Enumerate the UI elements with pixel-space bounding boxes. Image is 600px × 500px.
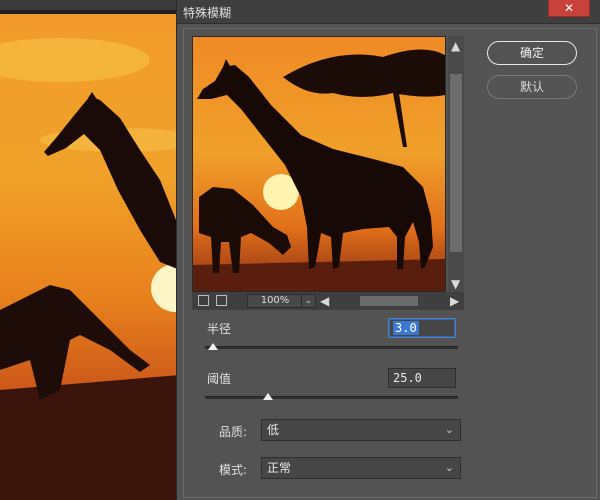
threshold-label: 阈值: [207, 372, 232, 386]
preview-giraffe-image: [193, 37, 445, 291]
scroll-up-icon[interactable]: ▲: [451, 40, 460, 52]
horizontal-scroll-thumb[interactable]: [360, 296, 418, 306]
zoom-dropdown-icon[interactable]: ⌄: [301, 294, 316, 308]
threshold-input[interactable]: 25.0: [388, 368, 456, 388]
mode-label: 模式:: [219, 463, 248, 477]
dialog-title: 特殊模糊: [183, 6, 232, 20]
preview-panel[interactable]: [192, 36, 446, 292]
chevron-down-icon: ⌄: [444, 461, 454, 474]
quality-select[interactable]: 低 ⌄: [261, 419, 461, 441]
sunset-giraffe-image: [0, 0, 180, 500]
threshold-slider-knob[interactable]: [263, 393, 274, 400]
radius-value: 3.0: [393, 321, 419, 335]
vertical-scroll-thumb[interactable]: [450, 74, 462, 252]
preview-zoom-bar: 100% ⌄ ◀ ▶: [192, 292, 464, 310]
quality-value: 低: [267, 423, 280, 437]
preview-image[interactable]: [193, 37, 445, 291]
preview-vertical-scrollbar[interactable]: ▲ ▼: [448, 36, 464, 292]
radius-slider-knob[interactable]: [207, 343, 218, 350]
zoom-in-icon[interactable]: [216, 295, 227, 306]
threshold-slider[interactable]: [205, 396, 458, 399]
radius-input[interactable]: 3.0: [388, 318, 456, 338]
canvas-topbar: [0, 0, 180, 14]
close-button[interactable]: ✕: [548, 0, 590, 17]
default-button[interactable]: 默认: [487, 75, 577, 99]
radius-label: 半径: [207, 322, 232, 336]
scroll-right-icon[interactable]: ▶: [450, 295, 459, 307]
zoom-level[interactable]: 100%: [247, 294, 303, 308]
mode-select[interactable]: 正常 ⌄: [261, 457, 461, 479]
close-icon: ✕: [563, 1, 575, 15]
chevron-down-icon: ⌄: [444, 423, 454, 436]
dialog-titlebar[interactable]: 特殊模糊: [177, 0, 600, 24]
canvas-image: [0, 0, 180, 500]
horizontal-scrollbar[interactable]: [336, 296, 448, 306]
special-blur-dialog: 特殊模糊 ✕ ▲ ▼ 100% ⌄ ◀ ▶ 确定 默认 半径 3.0 阈值 25…: [176, 0, 600, 500]
zoom-out-icon[interactable]: [198, 295, 209, 306]
scroll-left-icon[interactable]: ◀: [320, 295, 329, 307]
radius-slider[interactable]: [205, 346, 458, 349]
ok-button[interactable]: 确定: [487, 41, 577, 65]
scroll-down-icon[interactable]: ▼: [451, 278, 460, 290]
mode-value: 正常: [267, 461, 292, 475]
quality-label: 品质:: [219, 425, 248, 439]
